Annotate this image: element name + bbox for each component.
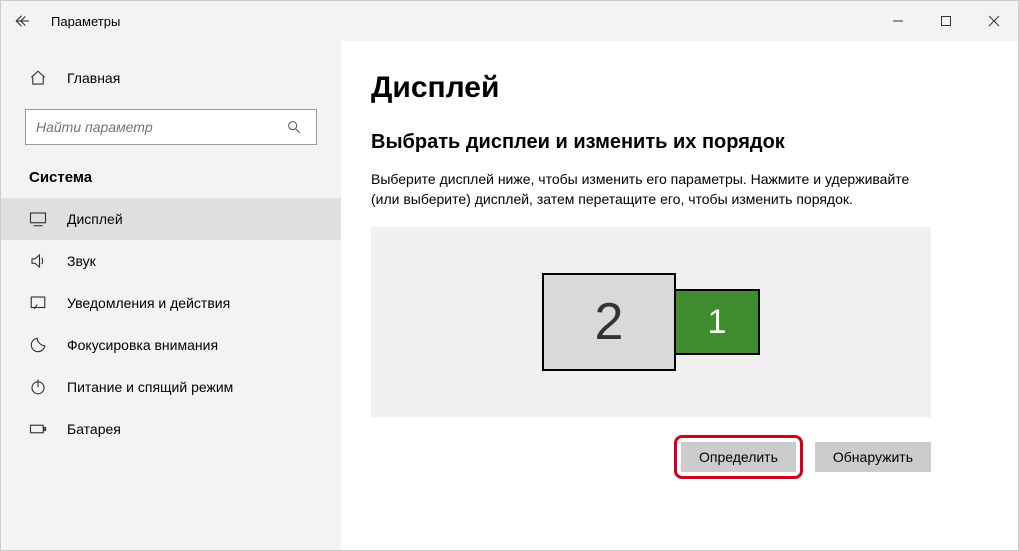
monitor-label: 1 xyxy=(708,303,727,342)
sidebar-item-focus[interactable]: Фокусировка внимания xyxy=(1,324,341,366)
window-title: Параметры xyxy=(45,14,120,29)
page-title: Дисплей xyxy=(371,71,988,105)
power-icon xyxy=(29,378,51,396)
focus-icon xyxy=(29,336,51,354)
arrow-left-icon xyxy=(14,12,32,30)
section-title: Выбрать дисплеи и изменить их порядок xyxy=(371,131,988,154)
sidebar-item-label: Батарея xyxy=(67,421,121,437)
monitor-2[interactable]: 2 xyxy=(542,273,676,371)
search-input-wrap[interactable] xyxy=(25,109,317,145)
minimize-icon xyxy=(892,15,904,27)
sidebar: Главная Система Дисплей xyxy=(1,41,341,550)
maximize-button[interactable] xyxy=(922,1,970,41)
sidebar-item-label: Питание и спящий режим xyxy=(67,379,233,395)
notifications-icon xyxy=(29,294,51,312)
sidebar-section-header: Система xyxy=(1,155,341,198)
home-icon xyxy=(29,69,51,87)
close-icon xyxy=(988,15,1000,27)
back-button[interactable] xyxy=(1,12,45,30)
nav-home[interactable]: Главная xyxy=(1,61,341,95)
sidebar-item-label: Фокусировка внимания xyxy=(67,337,218,353)
sidebar-item-battery[interactable]: Батарея xyxy=(1,408,341,450)
maximize-icon xyxy=(940,15,952,27)
detect-button[interactable]: Обнаружить xyxy=(815,442,931,472)
monitor-label: 2 xyxy=(595,292,624,352)
sidebar-item-label: Дисплей xyxy=(67,211,123,227)
sound-icon xyxy=(29,252,51,270)
display-arrangement-canvas[interactable]: 2 1 xyxy=(371,227,931,417)
sidebar-item-notifications[interactable]: Уведомления и действия xyxy=(1,282,341,324)
sidebar-item-display[interactable]: Дисплей xyxy=(1,198,341,240)
display-buttons-row: Определить Обнаружить xyxy=(371,435,931,479)
close-button[interactable] xyxy=(970,1,1018,41)
sidebar-item-label: Звук xyxy=(67,253,96,269)
sidebar-item-label: Уведомления и действия xyxy=(67,295,230,311)
identify-button[interactable]: Определить xyxy=(681,442,796,472)
settings-window: Параметры Главная xyxy=(0,0,1019,551)
titlebar: Параметры xyxy=(1,1,1018,41)
search-icon xyxy=(276,119,312,135)
section-description: Выберите дисплей ниже, чтобы изменить ег… xyxy=(371,170,931,209)
search-input[interactable] xyxy=(26,119,276,135)
nav-home-label: Главная xyxy=(67,70,120,86)
highlight-ring: Определить xyxy=(674,435,803,479)
monitor-1[interactable]: 1 xyxy=(674,289,760,355)
sidebar-item-sound[interactable]: Звук xyxy=(1,240,341,282)
display-icon xyxy=(29,210,51,228)
content-area: Дисплей Выбрать дисплеи и изменить их по… xyxy=(341,41,1018,550)
battery-icon xyxy=(29,420,51,438)
minimize-button[interactable] xyxy=(874,1,922,41)
sidebar-item-power[interactable]: Питание и спящий режим xyxy=(1,366,341,408)
